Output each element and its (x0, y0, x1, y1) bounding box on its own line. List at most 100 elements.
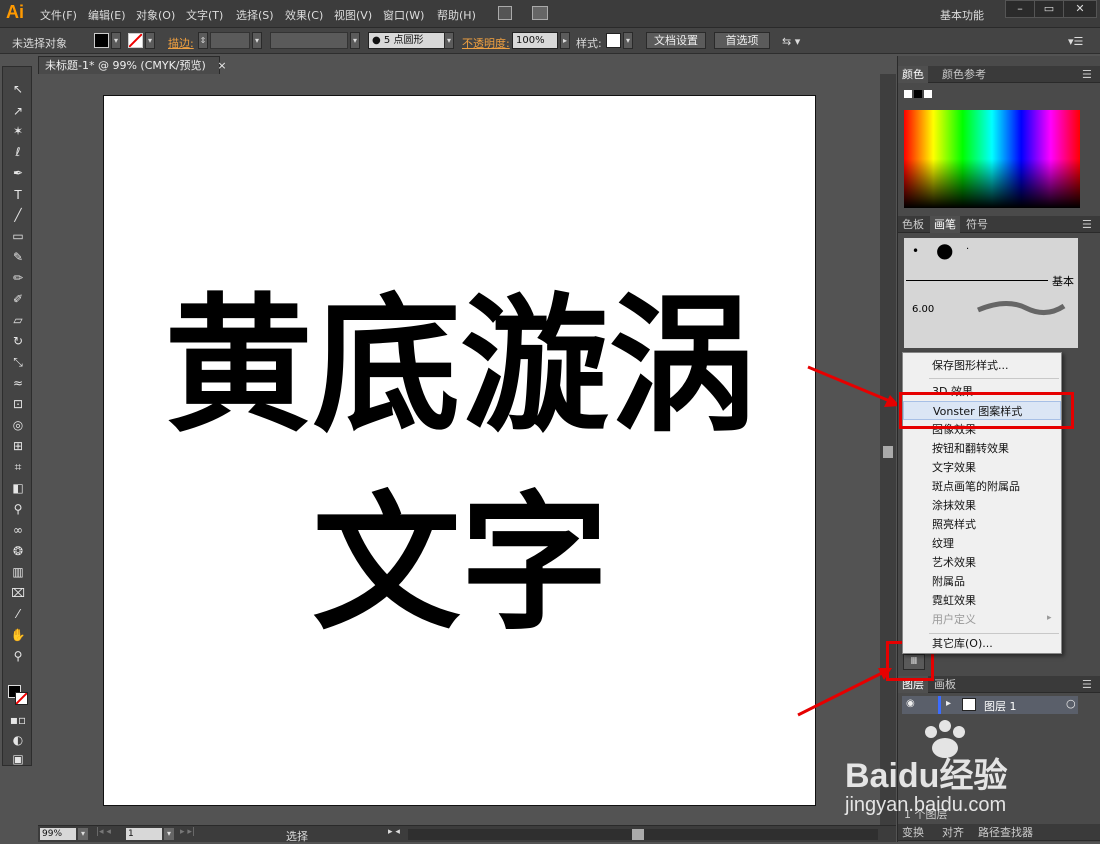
stroke-weight-dropdown[interactable]: ▾ (252, 32, 262, 49)
arrange-documents-icon[interactable] (532, 6, 548, 20)
menu-file[interactable]: 文件(F) (40, 7, 77, 23)
slice-tool-icon[interactable]: ⁄ (9, 606, 27, 622)
minimize-button[interactable]: – (1005, 0, 1035, 18)
document-tab[interactable]: 未标题-1* @ 99% (CMYK/预览) × (38, 56, 227, 74)
hand-tool-icon[interactable]: ✋ (9, 627, 27, 643)
workspace-switcher[interactable]: 基本功能 (940, 7, 984, 23)
blend-tool-icon[interactable]: ∞ (9, 522, 27, 538)
preferences-button[interactable]: 首选项 (714, 32, 770, 49)
brush-definition[interactable]: ● 5 点圆形 (368, 32, 452, 49)
magic-wand-tool-icon[interactable]: ✶ (9, 123, 27, 139)
gradient-tool-icon[interactable]: ◧ (9, 480, 27, 496)
stroke-dropdown[interactable]: ▾ (145, 32, 155, 49)
graphic-style-swatch[interactable] (606, 33, 621, 48)
layer-row[interactable]: ◉ ▸ 图层 1 ○ (902, 696, 1078, 714)
mesh-tool-icon[interactable]: ⌗ (9, 459, 27, 475)
artboard-tool-icon[interactable]: ⌧ (9, 585, 27, 601)
last-page-icon[interactable]: ▸ ▸| (180, 827, 195, 837)
scale-tool-icon[interactable]: ⤡ (9, 354, 27, 370)
brush-list[interactable]: • ● · 基本 6.00 (904, 238, 1078, 348)
selection-tool-icon[interactable]: ↖ (9, 81, 27, 97)
shape-builder-tool-icon[interactable]: ◎ (9, 417, 27, 433)
tab-artboards[interactable]: 画板 (930, 676, 960, 693)
brush-panel-menu-icon[interactable]: ☰ (1078, 216, 1096, 233)
white-swatch[interactable] (924, 90, 932, 98)
color-spectrum[interactable] (904, 110, 1080, 208)
menu-effect[interactable]: 效果(C) (285, 7, 323, 23)
menu-view[interactable]: 视图(V) (334, 7, 372, 23)
menu-edit[interactable]: 编辑(E) (88, 7, 126, 23)
menu-item-text-effects[interactable]: 文字效果 (903, 458, 1061, 477)
tab-brushes[interactable]: 画笔 (930, 216, 960, 233)
rotate-tool-icon[interactable]: ↻ (9, 333, 27, 349)
profile-dropdown[interactable]: ▾ (350, 32, 360, 49)
first-page-icon[interactable]: |◂ ◂ (96, 827, 111, 837)
tab-color[interactable]: 颜色 (898, 66, 928, 83)
menu-object[interactable]: 对象(O) (136, 7, 175, 23)
basic-brush-line[interactable] (906, 280, 1048, 281)
control-menu-icon[interactable]: ▾☰ (1068, 35, 1083, 48)
opacity-label[interactable]: 不透明度: (462, 35, 510, 51)
tab-swatches[interactable]: 色板 (898, 216, 928, 233)
menu-item-other-library[interactable]: 其它库(O)... (903, 634, 1061, 653)
type-tool-icon[interactable]: T (9, 187, 27, 203)
variable-width-profile[interactable] (270, 32, 348, 49)
zoom-dropdown[interactable]: ▾ (78, 828, 88, 840)
page-field[interactable]: 1 (126, 828, 162, 840)
paintbrush-tool-icon[interactable]: ✎ (9, 249, 27, 265)
tab-symbols[interactable]: 符号 (962, 216, 992, 233)
tab-color-guide[interactable]: 颜色参考 (938, 66, 990, 83)
pencil-tool-icon[interactable]: ✏ (9, 270, 27, 286)
draw-mode-icon[interactable]: ◐ (9, 732, 27, 748)
none-swatch[interactable] (904, 90, 912, 98)
arrange-icon[interactable]: ⇆ ▾ (782, 35, 800, 48)
black-swatch[interactable] (914, 90, 922, 98)
menu-item-button-rollover[interactable]: 按钮和翻转效果 (903, 439, 1061, 458)
page-dropdown[interactable]: ▾ (164, 828, 174, 840)
bridge-icon[interactable] (498, 6, 512, 20)
brush-dropdown[interactable]: ▾ (444, 32, 454, 49)
color-mode-icon[interactable]: ▪▫ (9, 712, 27, 728)
hscroll-thumb[interactable] (632, 829, 644, 840)
status-menu-icon[interactable]: ▸ ◂ (388, 827, 400, 837)
symbol-sprayer-tool-icon[interactable]: ❂ (9, 543, 27, 559)
menu-select[interactable]: 选择(S) (236, 7, 274, 23)
column-graph-tool-icon[interactable]: ▥ (9, 564, 27, 580)
free-transform-tool-icon[interactable]: ⊡ (9, 396, 27, 412)
perspective-grid-tool-icon[interactable]: ⊞ (9, 438, 27, 454)
menu-item-additive[interactable]: 附属品 (903, 572, 1061, 591)
menu-item-save-style[interactable]: 保存图形样式... (903, 356, 1061, 375)
menu-item-blob-brush[interactable]: 斑点画笔的附属品 (903, 477, 1061, 496)
menu-item-textures[interactable]: 纹理 (903, 534, 1061, 553)
artboard[interactable]: 黄底漩涡 文字 (103, 95, 816, 806)
stroke-label[interactable]: 描边: (168, 35, 194, 51)
opacity-dropdown[interactable]: ▸ (560, 32, 570, 49)
style-dropdown[interactable]: ▾ (623, 32, 633, 49)
horizontal-scrollbar[interactable] (408, 829, 878, 840)
close-tab-icon[interactable]: × (217, 59, 226, 72)
visibility-eye-icon[interactable]: ◉ (906, 698, 915, 709)
stroke-weight-stepper[interactable]: ⇕ (198, 32, 208, 49)
warp-tool-icon[interactable]: ≈ (9, 375, 27, 391)
brush-dot-small[interactable]: • (912, 244, 919, 258)
pen-tool-icon[interactable]: ✒ (9, 165, 27, 181)
restore-button[interactable]: ▭ (1034, 0, 1064, 18)
headline-line-1[interactable]: 黄底漩涡 (104, 286, 817, 446)
zoom-tool-icon[interactable]: ⚲ (9, 648, 27, 664)
brush-dot-tiny[interactable]: · (966, 244, 969, 255)
document-setup-button[interactable]: 文档设置 (646, 32, 706, 49)
opacity-input[interactable]: 100% (512, 32, 558, 49)
menu-item-illuminate-styles[interactable]: 照亮样式 (903, 515, 1061, 534)
blob-brush-tool-icon[interactable]: ✐ (9, 291, 27, 307)
stroke-color-swatch[interactable] (128, 33, 143, 48)
layer-name[interactable]: 图层 1 (984, 698, 1017, 714)
menu-item-neon-effects[interactable]: 霓虹效果 (903, 591, 1061, 610)
menu-window[interactable]: 窗口(W) (383, 7, 424, 23)
menu-help[interactable]: 帮助(H) (437, 7, 476, 23)
calligraphic-brush-stroke[interactable] (976, 298, 1066, 318)
layer-target-icon[interactable]: ○ (1066, 697, 1076, 710)
headline-line-2[interactable]: 文字 (104, 484, 817, 644)
brush-dot-large[interactable]: ● (936, 238, 953, 262)
menu-item-scribble-effects[interactable]: 涂抹效果 (903, 496, 1061, 515)
direct-selection-tool-icon[interactable]: ↗ (9, 103, 27, 119)
